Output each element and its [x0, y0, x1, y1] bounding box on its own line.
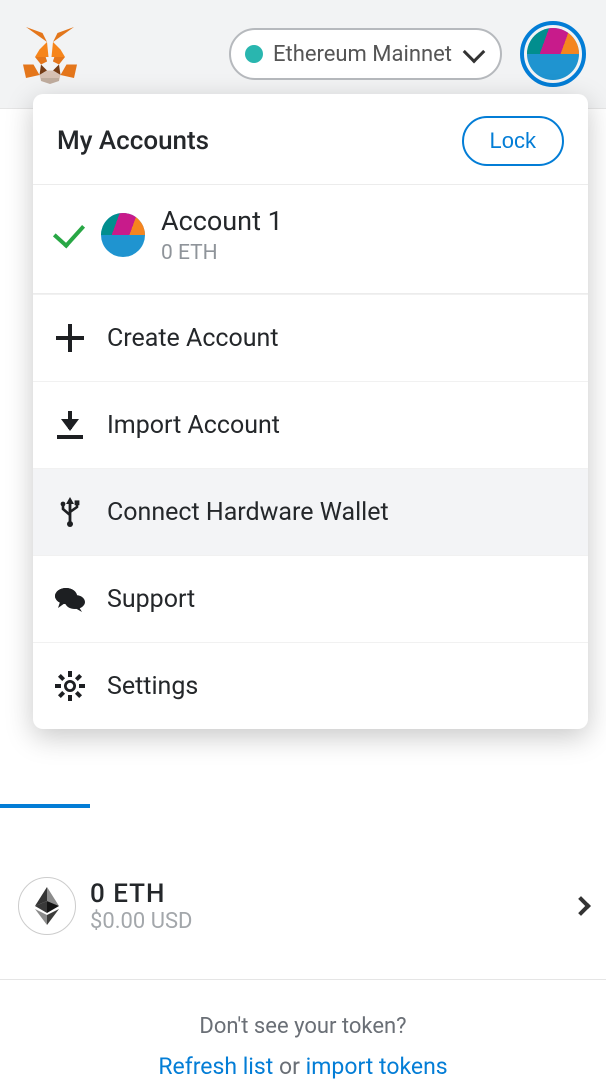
refresh-list-link[interactable]: Refresh list [158, 1053, 273, 1080]
support-item[interactable]: Support [33, 555, 588, 642]
chevron-down-icon [463, 41, 486, 64]
ethereum-icon [18, 877, 76, 935]
settings-label: Settings [107, 672, 198, 701]
network-status-dot [245, 45, 263, 63]
network-selector[interactable]: Ethereum Mainnet [229, 28, 502, 80]
account-name: Account 1 [161, 205, 283, 237]
lock-button[interactable]: Lock [462, 116, 564, 166]
checkmark-icon [53, 216, 85, 249]
chevron-right-icon [571, 896, 591, 916]
plus-icon [56, 324, 84, 352]
tab-indicator [0, 804, 90, 808]
account-balance: 0 ETH [161, 241, 283, 265]
token-prompt: Don't see your token? [0, 1014, 606, 1039]
accounts-dropdown: My Accounts Lock Account 1 0 ETH Create … [33, 94, 588, 729]
account-item-1[interactable]: Account 1 0 ETH [33, 185, 588, 294]
create-account-label: Create Account [107, 324, 279, 353]
asset-usd: $0.00 USD [90, 909, 192, 934]
or-text: or [279, 1053, 300, 1080]
gear-icon [55, 671, 85, 701]
network-label: Ethereum Mainnet [273, 42, 452, 67]
connect-hardware-label: Connect Hardware Wallet [107, 498, 389, 527]
asset-amount: 0 ETH [90, 879, 192, 909]
import-account-label: Import Account [107, 411, 280, 440]
import-tokens-link[interactable]: import tokens [306, 1053, 448, 1080]
connect-hardware-item[interactable]: Connect Hardware Wallet [33, 468, 588, 555]
download-icon [57, 411, 83, 439]
account-avatar-button[interactable] [520, 21, 586, 87]
app-header: Ethereum Mainnet [0, 0, 606, 108]
chat-icon [55, 584, 85, 614]
support-label: Support [107, 585, 195, 614]
import-account-item[interactable]: Import Account [33, 381, 588, 468]
divider [0, 979, 606, 980]
asset-row-eth[interactable]: 0 ETH $0.00 USD [18, 877, 588, 935]
accounts-dropdown-header: My Accounts Lock [33, 94, 588, 185]
accounts-title: My Accounts [57, 126, 209, 156]
account-avatar-icon [527, 28, 579, 80]
account-avatar-icon [101, 213, 145, 257]
metamask-fox-logo [20, 24, 80, 84]
create-account-item[interactable]: Create Account [33, 294, 588, 381]
settings-item[interactable]: Settings [33, 642, 588, 729]
usb-icon [55, 497, 85, 527]
